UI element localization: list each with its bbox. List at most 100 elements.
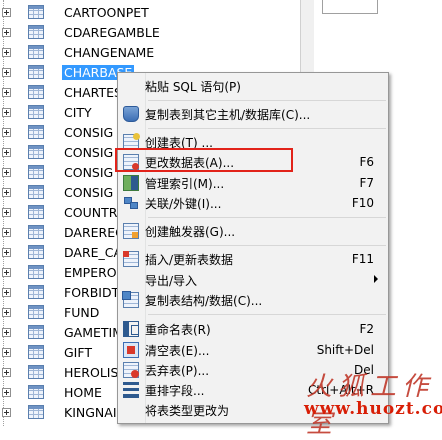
tree-item-label: CARTOONPET: [64, 4, 149, 20]
reorder-icon: [123, 382, 139, 398]
menu-item-shortcut: F11: [351, 252, 374, 266]
menu-item-shortcut: F6: [359, 155, 374, 169]
table-icon: [28, 185, 44, 199]
table-icon: [28, 305, 44, 319]
tree-item-label: CDAREGAMBLE: [64, 24, 160, 40]
expand-plus-icon[interactable]: [2, 247, 11, 257]
expand-plus-icon[interactable]: [2, 7, 11, 17]
table-icon: [28, 105, 44, 119]
expand-plus-icon[interactable]: [2, 87, 11, 97]
tree-item-label: HEROLIS: [64, 364, 119, 380]
submenu-arrow-icon: [374, 275, 378, 283]
watermark-url: www.huozt.com: [304, 399, 442, 419]
table-icon: [28, 225, 44, 239]
empty-table-icon: [123, 342, 139, 358]
tree-item[interactable]: CHANGENAME: [0, 42, 300, 62]
expand-plus-icon[interactable]: [2, 367, 11, 377]
tree-item-label: GAMETIM: [64, 324, 124, 340]
menu-item-label: 创建触发器(G)...: [145, 224, 236, 239]
expand-plus-icon[interactable]: [2, 227, 11, 237]
table-icon: [28, 265, 44, 279]
menu-item-label: 复制表结构/数据(C)...: [145, 293, 263, 308]
table-icon: [28, 405, 44, 419]
table-icon: [28, 245, 44, 259]
index-icon: [123, 175, 139, 191]
expand-plus-icon[interactable]: [2, 347, 11, 357]
expand-plus-icon[interactable]: [2, 307, 11, 317]
copy-structure-icon: [122, 291, 139, 308]
table-icon: [28, 45, 44, 59]
trigger-icon: [123, 223, 139, 239]
tree-item-label: CONSIG: [64, 124, 114, 140]
expand-plus-icon[interactable]: [2, 47, 11, 57]
table-icon: [28, 85, 44, 99]
table-icon: [28, 205, 44, 219]
highlight-box: [115, 148, 293, 172]
table-icon: [28, 145, 44, 159]
tree-item-label: CHARTES: [64, 84, 122, 100]
menu-item-shortcut: F2: [359, 322, 374, 336]
menu-item-label: 粘贴 SQL 语句(P): [145, 79, 241, 94]
expand-plus-icon[interactable]: [2, 407, 11, 417]
tree-item-label: FUND: [64, 304, 100, 320]
menu-item-copy-structure[interactable]: 复制表结构/数据(C)...: [120, 289, 386, 311]
table-icon: [28, 325, 44, 339]
menu-item-label: 关联/外键(I)...: [145, 196, 222, 211]
pane-box: [322, 0, 378, 14]
expand-plus-icon[interactable]: [2, 287, 11, 297]
rename-icon: [123, 321, 139, 337]
expand-plus-icon[interactable]: [2, 267, 11, 277]
expand-plus-icon[interactable]: [2, 167, 11, 177]
expand-plus-icon[interactable]: [2, 187, 11, 197]
expand-plus-icon[interactable]: [2, 27, 11, 37]
menu-item-shortcut: F7: [359, 176, 374, 190]
table-icon: [28, 125, 44, 139]
right-pane: [314, 0, 442, 75]
tree-item-label: CITY: [64, 104, 92, 120]
menu-item-manage-index[interactable]: 管理索引(M)... F7: [120, 172, 386, 194]
tree-item[interactable]: CDAREGAMBLE: [0, 22, 300, 42]
menu-item-label: 导出/导入: [145, 273, 198, 288]
tree-item-label: CHANGENAME: [64, 44, 155, 60]
tree-item-label: KINGNAI: [64, 404, 117, 420]
menu-separator: [148, 100, 386, 101]
scrollbar[interactable]: [300, 0, 314, 75]
expand-plus-icon[interactable]: [2, 207, 11, 217]
drop-table-icon: [123, 362, 139, 378]
menu-item-label: 复制表到其它主机/数据库(C)...: [145, 107, 311, 122]
table-icon: [28, 25, 44, 39]
tree-item-label: CONSIG: [64, 164, 114, 180]
menu-item-relations[interactable]: 关联/外键(I)... F10: [120, 192, 386, 214]
menu-item-label: 重命名表(R): [145, 322, 211, 337]
menu-item-copy-table-to-host[interactable]: 复制表到其它主机/数据库(C)...: [120, 103, 386, 125]
menu-item-insert-update-data[interactable]: 插入/更新表数据 F11: [120, 248, 386, 270]
insert-data-icon: [123, 251, 139, 267]
table-icon: [28, 345, 44, 359]
menu-item-label: 将表类型更改为: [145, 403, 230, 418]
menu-item-export-import[interactable]: 导出/导入: [120, 269, 386, 291]
expand-plus-icon[interactable]: [2, 387, 11, 397]
menu-item-rename-table[interactable]: 重命名表(R) F2: [120, 318, 386, 340]
menu-separator: [148, 217, 386, 218]
tree-item-label: GIFT: [64, 344, 92, 360]
expand-plus-icon[interactable]: [2, 327, 11, 337]
watermark: 火狐工作室 www.huozt.com: [296, 366, 442, 439]
tree-item-label: HOME: [64, 384, 102, 400]
table-icon: [28, 165, 44, 179]
menu-item-paste-sql[interactable]: 粘贴 SQL 语句(P): [120, 75, 386, 97]
menu-item-create-trigger[interactable]: 创建触发器(G)...: [120, 220, 386, 242]
expand-plus-icon[interactable]: [2, 67, 11, 77]
tree-item[interactable]: CARTOONPET: [0, 2, 300, 22]
menu-item-label: 插入/更新表数据: [145, 252, 234, 267]
table-icon: [28, 65, 44, 79]
expand-plus-icon[interactable]: [2, 147, 11, 157]
tree-item-label: DARE_CA: [64, 244, 123, 260]
menu-item-label: 重排字段...: [145, 383, 205, 398]
expand-plus-icon[interactable]: [2, 107, 11, 117]
tree-item-label: COUNTR: [64, 204, 118, 220]
table-icon: [28, 285, 44, 299]
expand-plus-icon[interactable]: [2, 127, 11, 137]
menu-item-empty-table[interactable]: 清空表(E)... Shift+Del: [120, 339, 386, 361]
table-icon: [28, 365, 44, 379]
tree-item-label: EMPERO: [64, 264, 117, 280]
